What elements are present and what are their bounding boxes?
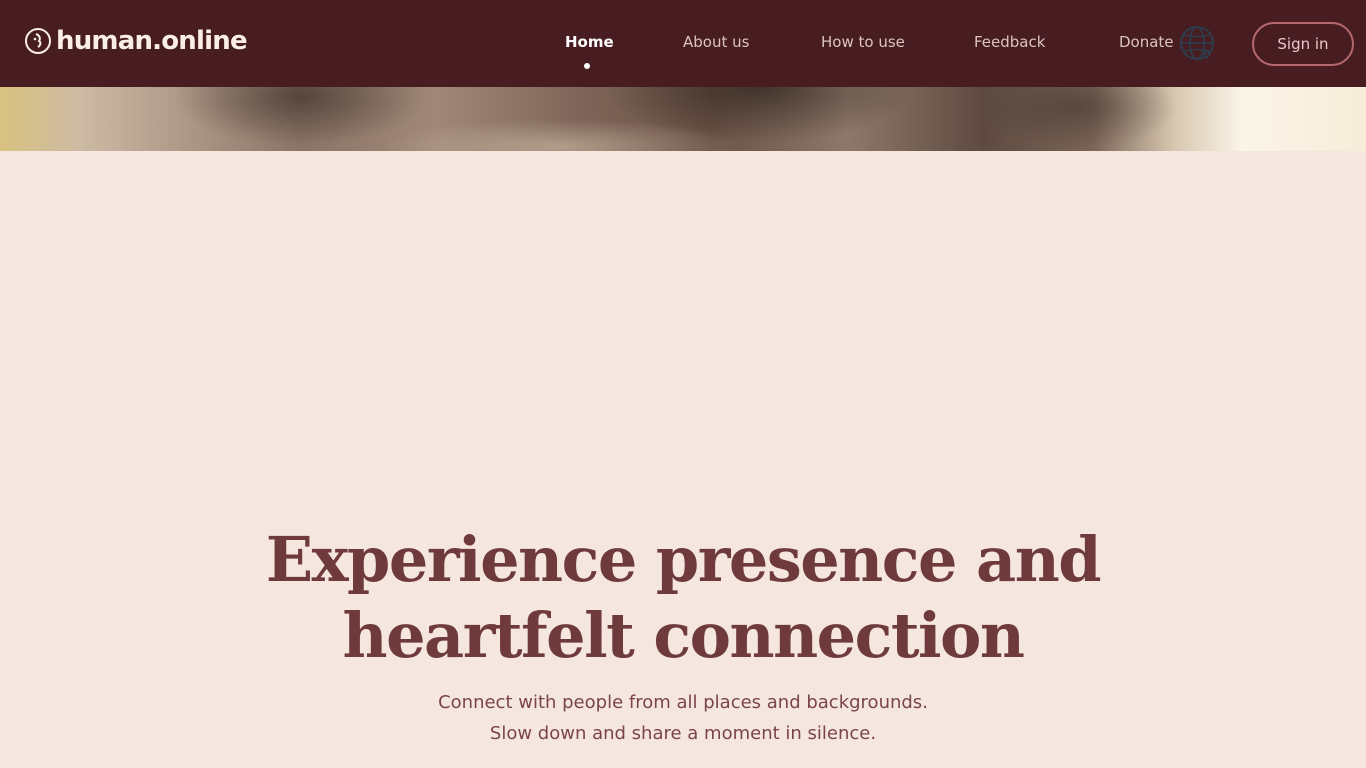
brand-logo[interactable]: human.online [24,24,248,58]
nav-feedback[interactable]: Feedback [974,32,1045,52]
logo-face-icon [25,28,51,54]
hero-subtitle-line-1: Connect with people from all places and … [438,692,928,713]
top-navbar: human.online Home About us How to use Fe… [0,0,1366,87]
sign-in-button[interactable]: Sign in [1252,22,1354,66]
brand-name: human.online [56,26,248,56]
hero-photo-shading [0,87,1366,151]
active-indicator-dot [584,63,590,69]
globe-icon[interactable] [1178,24,1218,64]
nav-about-us[interactable]: About us [683,32,749,52]
nav-home[interactable]: Home [565,32,614,52]
hero-headline: Experience presence and heartfelt connec… [0,522,1366,674]
hero-subtitle-line-2: Slow down and share a moment in silence. [489,723,877,744]
hero-headline-line-2: heartfelt connection [342,599,1025,672]
nav-donate[interactable]: Donate [1119,32,1174,52]
hero-background-photo [0,87,1366,151]
nav-how-to-use[interactable]: How to use [821,32,905,52]
hero-headline-line-1: Experience presence and [265,523,1102,596]
